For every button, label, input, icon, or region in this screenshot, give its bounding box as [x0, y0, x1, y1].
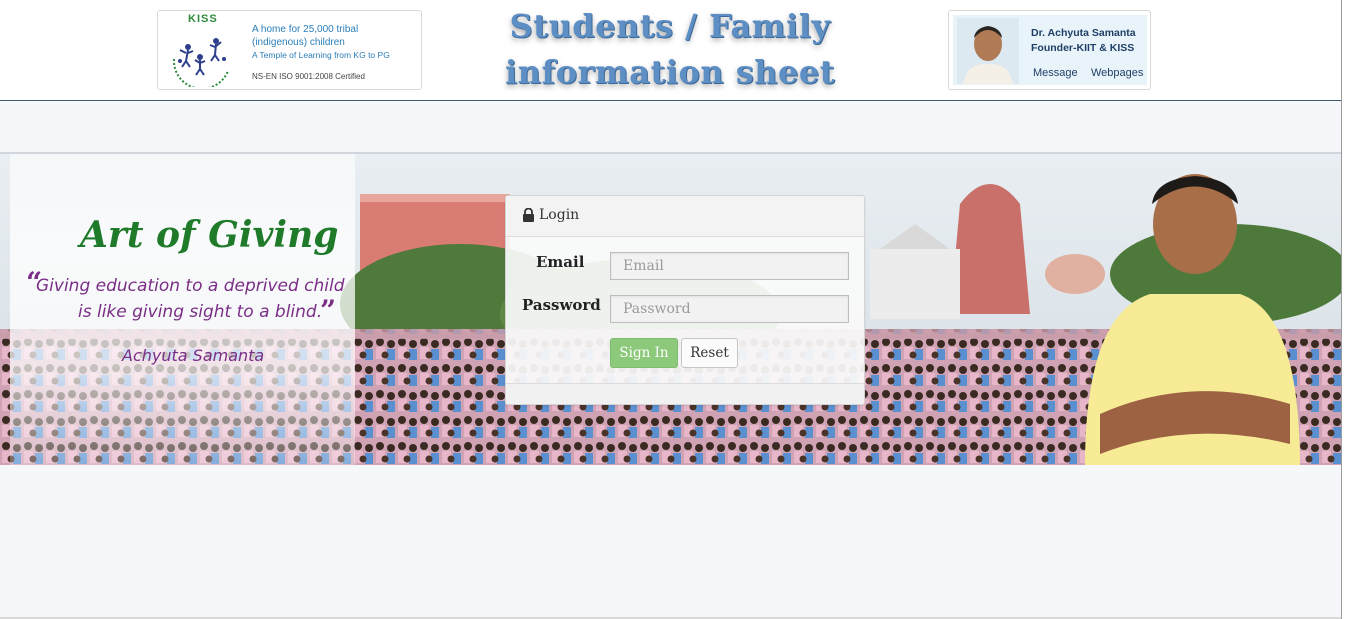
founder-webpages-link[interactable]: Webpages — [1091, 67, 1143, 79]
password-field[interactable] — [610, 295, 849, 323]
email-field[interactable] — [610, 252, 849, 280]
logo-tagline-3: A Temple of Learning from KG to PG — [252, 50, 390, 60]
reset-button[interactable]: Reset — [681, 338, 738, 368]
quote-line-1: Giving education to a deprived child — [36, 276, 345, 296]
logo-tagline-2: (indigenous) children — [252, 37, 345, 48]
close-quote-icon: ” — [320, 294, 337, 327]
password-label: Password — [522, 296, 601, 314]
kiss-emblem-icon — [172, 38, 229, 87]
page-title-line1: Students / Family — [509, 7, 831, 45]
founder-card-inner: Dr. Achyuta Samanta Founder-KIIT & KISS … — [953, 15, 1147, 85]
founder-message-link[interactable]: Message — [1033, 67, 1078, 79]
founder-role: Founder-KIIT & KISS — [1031, 42, 1135, 54]
login-title: Login — [539, 207, 580, 223]
quote-heading: Art of Giving — [80, 214, 339, 256]
quote-panel: Art of Giving “ Giving education to a de… — [10, 154, 355, 465]
page-title-line2: information sheet — [505, 53, 835, 91]
login-panel-footer — [506, 383, 864, 404]
email-label: Email — [536, 253, 585, 271]
vertical-scrollbar[interactable] — [1341, 0, 1352, 619]
quote-author: Achyuta Samanta — [122, 346, 265, 365]
login-panel-header: Login — [506, 196, 864, 237]
founder-name: Dr. Achyuta Samanta — [1031, 27, 1136, 39]
page-title: Students / Family information sheet — [470, 3, 870, 95]
founder-card[interactable]: Dr. Achyuta Samanta Founder-KIIT & KISS … — [948, 10, 1151, 90]
kiss-brand: KISS — [188, 13, 218, 25]
site-header: KISS A home for 25,000 tribal (indigenou… — [0, 0, 1341, 101]
quote-line-2: is like giving sight to a blind. — [78, 302, 323, 322]
kiss-logo[interactable]: KISS A home for 25,000 tribal (indigenou… — [157, 10, 422, 90]
founder-photo — [957, 18, 1019, 84]
logo-tagline-1: A home for 25,000 tribal — [252, 24, 359, 35]
lock-icon — [523, 208, 534, 222]
logo-certification: NS-EN ISO 9001:2008 Certified — [252, 72, 365, 81]
login-panel: Login Email Password Sign In Reset — [505, 195, 865, 405]
sign-in-button[interactable]: Sign In — [610, 338, 678, 368]
